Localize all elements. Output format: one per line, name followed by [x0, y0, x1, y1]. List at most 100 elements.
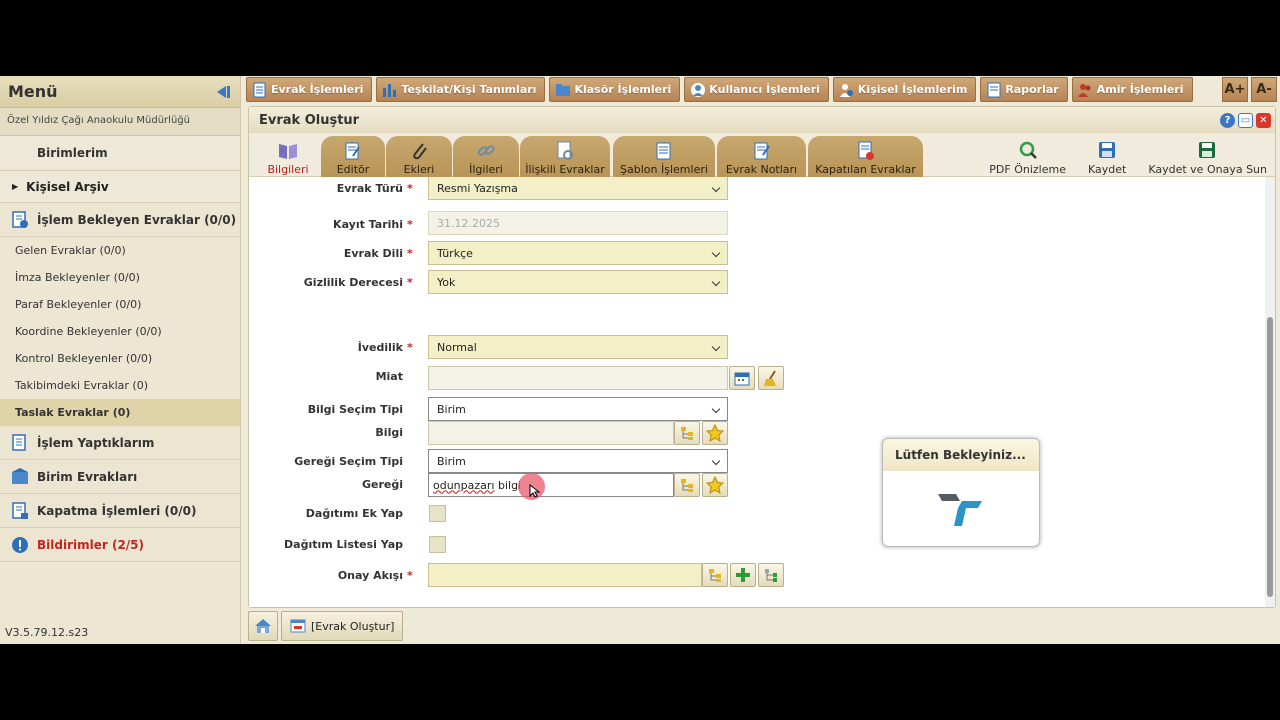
- loading-body: [883, 471, 1039, 546]
- input-miat[interactable]: [428, 366, 728, 390]
- checkbox-dagitim-listesi-yap[interactable]: [429, 536, 446, 553]
- action-label: Kaydet: [1088, 163, 1127, 176]
- minimize-icon[interactable]: ▭: [1238, 112, 1253, 128]
- required-mark: *: [407, 246, 413, 260]
- geregi-tree-button[interactable]: [674, 473, 700, 497]
- loading-dialog: Lütfen Bekleyiniz...: [882, 438, 1040, 547]
- mouse-pointer-icon: [529, 484, 541, 498]
- bilgi-tree-button[interactable]: [674, 421, 700, 445]
- label-text: Gereği: [361, 477, 403, 491]
- select-evrak-turu[interactable]: Resmi Yazışma: [428, 177, 728, 200]
- sidebar-item-kisisel-arsiv[interactable]: ▶ Kişisel Arşiv: [0, 171, 240, 203]
- workflow-icon: [765, 569, 777, 582]
- onay-flow-button[interactable]: [758, 563, 784, 587]
- bilgi-favorite-button[interactable]: [702, 421, 728, 445]
- select-ivedilik[interactable]: Normal: [428, 335, 728, 359]
- sidebar-item-taslak-evraklar[interactable]: Taslak Evraklar (0): [0, 399, 240, 426]
- row-evrak-dili: Evrak Dili *: [249, 241, 419, 265]
- help-icon[interactable]: ?: [1220, 112, 1235, 128]
- footer-tab-bar: [Evrak Oluştur]: [248, 611, 404, 641]
- input-geregi[interactable]: odunpazarı bilgi: [428, 473, 674, 497]
- sidebar-item-kontrol-bekleyenler[interactable]: Kontrol Bekleyenler (0/0): [0, 345, 240, 372]
- tab-sablon-islemleri[interactable]: Şablon İşlemleri: [613, 136, 715, 177]
- font-decrease-button[interactable]: A-: [1251, 77, 1277, 102]
- calendar-button[interactable]: [729, 366, 755, 390]
- select-evrak-dili[interactable]: Türkçe: [428, 241, 728, 265]
- row-gizlilik: Gizlilik Derecesi *: [249, 270, 419, 294]
- action-label: PDF Önizleme: [989, 163, 1066, 176]
- tab-ekleri[interactable]: Ekleri: [386, 136, 452, 177]
- label-bilgi: Bilgi: [249, 426, 419, 439]
- form-area: Evrak Türü * Resmi Yazışma Kayıt Tarihi * …: [249, 177, 1267, 607]
- onay-add-button[interactable]: [730, 563, 756, 587]
- menu-label: Teşkilat/Kişi Tanımları: [401, 83, 537, 96]
- scrollbar-thumb[interactable]: [1267, 317, 1273, 597]
- pending-documents-icon: [10, 210, 30, 230]
- menu-amir-islemleri[interactable]: Amir İşlemleri: [1071, 77, 1193, 102]
- sidebar-item-imza-bekleyenler[interactable]: İmza Bekleyenler (0/0): [0, 264, 240, 291]
- sidebar-section-islem-yaptiklarim[interactable]: İşlem Yaptıklarım: [0, 426, 240, 460]
- menu-teskilat-kisi-tanimlari[interactable]: Teşkilat/Kişi Tanımları: [376, 77, 546, 102]
- sidebar-section-pending[interactable]: İşlem Bekleyen Evraklar (0/0): [0, 203, 240, 237]
- sidebar-item-birimlerim[interactable]: Birimlerim: [0, 136, 240, 171]
- tree-select-icon: [681, 479, 693, 492]
- window-icon: [290, 619, 306, 633]
- sidebar-section-birim-evraklari[interactable]: Birim Evrakları: [0, 460, 240, 494]
- sidebar-item-paraf-bekleyenler[interactable]: Paraf Bekleyenler (0/0): [0, 291, 240, 318]
- geregi-favorite-button[interactable]: [702, 473, 728, 497]
- tab-ilgileri[interactable]: İlgileri: [453, 136, 519, 177]
- tab-kapatilan-evraklar[interactable]: Kapatılan Evraklar: [808, 136, 923, 177]
- sidebar-section-kapatma-islemleri[interactable]: Kapatma İşlemleri (0/0): [0, 494, 240, 528]
- menu-label: Kullanıcı İşlemleri: [709, 83, 820, 96]
- form-scrollbar[interactable]: [1265, 177, 1275, 607]
- label-miat: Miat: [249, 370, 419, 383]
- row-geregi-secim-tipi: Gereği Seçim Tipi: [249, 449, 419, 473]
- sidebar-item-gelen-evraklar[interactable]: Gelen Evraklar (0/0): [0, 237, 240, 264]
- top-menu-bar: Evrak İşlemleri Teşkilat/Kişi Tanımları …: [246, 76, 1280, 104]
- pdf-preview-button[interactable]: PDF Önizleme: [981, 136, 1074, 177]
- input-bilgi[interactable]: [428, 421, 674, 445]
- tab-iliskili-evraklar[interactable]: İlişkili Evraklar: [520, 136, 610, 177]
- expand-arrow-icon: ▶: [12, 182, 19, 191]
- sidebar-section-label: Bildirimler (2/5): [37, 537, 145, 552]
- version-label: V3.5.79.12.s23: [5, 626, 89, 639]
- sidebar-item-koordine-bekleyenler[interactable]: Koordine Bekleyenler (0/0): [0, 318, 240, 345]
- home-tab[interactable]: [248, 611, 278, 641]
- collapse-sidebar-icon[interactable]: [214, 84, 232, 100]
- label-ivedilik: İvedilik *: [249, 341, 419, 354]
- font-increase-button[interactable]: A+: [1222, 77, 1248, 102]
- onay-tree-button[interactable]: [702, 563, 728, 587]
- menu-kullanici-islemleri[interactable]: Kullanıcı İşlemleri: [684, 77, 829, 102]
- checkbox-dagitimi-ek-yap[interactable]: [429, 505, 446, 522]
- menu-kisisel-islemlerim[interactable]: Kişisel İşlemlerim: [832, 77, 977, 102]
- tab-evrak-notlari[interactable]: Evrak Notları: [717, 136, 806, 177]
- tab-bilgileri[interactable]: Bilgileri: [259, 136, 317, 177]
- sidebar-section-bildirimler[interactable]: Bildirimler (2/5): [0, 528, 240, 562]
- tab-editor[interactable]: Editör: [321, 136, 385, 177]
- required-mark: *: [407, 181, 413, 195]
- input-onay-akisi[interactable]: [428, 563, 702, 587]
- label-onay-akisi: Onay Akışı *: [249, 569, 419, 582]
- sidebar-section-label: Kapatma İşlemleri (0/0): [37, 503, 197, 518]
- select-gizlilik-derecesi[interactable]: Yok: [428, 270, 728, 294]
- menu-evrak-islemleri[interactable]: Evrak İşlemleri: [246, 77, 373, 102]
- template-icon: [654, 140, 674, 162]
- sidebar-item-takibimdeki-evraklar[interactable]: Takibimdeki Evraklar (0): [0, 372, 240, 399]
- label-dagitimi-ek-yap: Dağıtımı Ek Yap: [249, 507, 419, 520]
- editor-icon: [343, 140, 363, 162]
- save-and-submit-button[interactable]: Kaydet ve Onaya Sun: [1140, 136, 1275, 177]
- label-text: Gereği Seçim Tipi: [294, 454, 403, 468]
- document-icon: [251, 81, 268, 98]
- report-icon: [985, 81, 1002, 98]
- save-button[interactable]: Kaydet: [1074, 136, 1140, 177]
- user-icon: [689, 81, 706, 98]
- select-geregi-secim-tipi[interactable]: Birim: [428, 449, 728, 473]
- menu-klasor-islemleri[interactable]: Klasör İşlemleri: [549, 77, 681, 102]
- floppy-disk-icon: [1097, 140, 1117, 163]
- clear-button[interactable]: [758, 366, 784, 390]
- close-icon[interactable]: ✕: [1256, 112, 1271, 128]
- menu-raporlar[interactable]: Raporlar: [980, 77, 1068, 102]
- select-bilgi-secim-tipi[interactable]: Birim: [428, 397, 728, 421]
- panel-header: Evrak Oluştur ? ▭ ✕: [249, 107, 1275, 133]
- open-tab-evrak-olustur[interactable]: [Evrak Oluştur]: [281, 611, 404, 641]
